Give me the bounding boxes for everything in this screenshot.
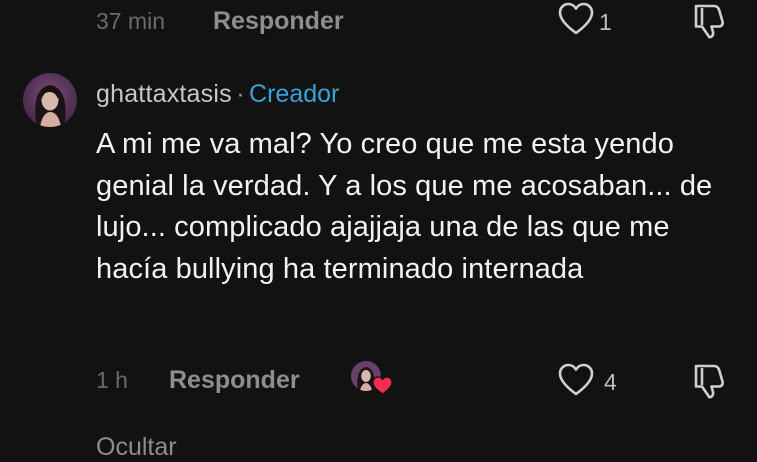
previous-comment-like-button[interactable] bbox=[558, 2, 594, 36]
previous-comment-like-count: 1 bbox=[599, 9, 612, 35]
comment-like-count: 4 bbox=[604, 369, 617, 395]
comment-text: A mi me va mal? Yo creo que me esta yend… bbox=[96, 128, 713, 285]
header-separator: · bbox=[236, 80, 245, 108]
previous-comment-dislike-button[interactable] bbox=[690, 2, 728, 40]
heart-outline-icon bbox=[558, 363, 594, 397]
creator-liked-indicator bbox=[351, 361, 395, 399]
heart-outline-icon bbox=[558, 2, 594, 36]
thumbs-down-outline-icon bbox=[690, 362, 728, 400]
creator-badge: Creador bbox=[249, 80, 340, 108]
comment-time: 1 h bbox=[96, 367, 128, 393]
comment-like-button[interactable] bbox=[558, 363, 594, 397]
previous-comment-reply-button[interactable]: Responder bbox=[213, 7, 344, 36]
commenter-username[interactable]: ghattaxtasis bbox=[96, 80, 232, 108]
hide-replies-link[interactable]: Ocultar bbox=[96, 433, 177, 462]
thumbs-down-outline-icon bbox=[690, 2, 728, 40]
previous-comment-time: 37 min bbox=[96, 8, 166, 34]
heart-filled-icon bbox=[372, 376, 393, 400]
commenter-avatar[interactable] bbox=[23, 73, 77, 127]
comment-reply-button[interactable]: Responder bbox=[169, 366, 300, 395]
comment-dislike-button[interactable] bbox=[690, 362, 728, 400]
comment-header: ghattaxtasis · Creador bbox=[96, 80, 339, 109]
